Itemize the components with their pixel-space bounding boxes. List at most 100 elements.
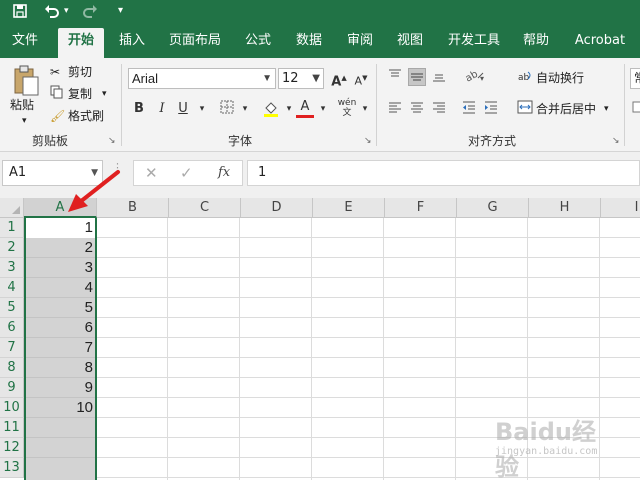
row-header[interactable]: 8 [0,358,24,378]
alignment-group-label: 对齐方式 [467,134,516,148]
font-color-dropdown-icon[interactable]: ▾ [314,100,332,118]
orientation-icon[interactable]: ab ▾ [462,68,488,86]
row-header[interactable]: 12 [0,438,24,458]
font-size-value: 12 [282,71,299,86]
merge-center-button[interactable]: 合并后居中 [536,100,596,118]
row-header[interactable]: 3 [0,258,24,278]
merge-dropdown-icon[interactable]: ▾ [604,100,609,118]
select-all-button[interactable] [0,198,24,218]
tab-review[interactable]: 审阅 [340,28,380,58]
increase-indent-icon[interactable] [482,100,500,118]
redo-icon[interactable] [82,0,98,22]
tab-insert[interactable]: 插入 [112,28,152,58]
cell-a6[interactable]: 6 [25,318,93,338]
row-header[interactable]: 7 [0,338,24,358]
paste-dropdown-icon[interactable]: ▾ [22,112,27,130]
undo-dropdown-icon[interactable]: ▾ [64,0,69,22]
cancel-icon[interactable]: ✕ [145,164,158,182]
font-name-select[interactable]: Arial ▼ [128,68,276,89]
column-header[interactable]: D [241,198,313,218]
cell-a8[interactable]: 8 [25,358,93,378]
italic-button[interactable]: I [153,100,171,118]
column-header[interactable]: I [601,198,640,218]
row-gridline [26,457,95,458]
align-center-icon[interactable] [408,100,426,118]
align-top-icon[interactable] [386,68,404,86]
tab-help[interactable]: 帮助 [516,28,556,58]
row-header[interactable]: 6 [0,318,24,338]
number-format-select[interactable]: 常 [630,68,640,89]
cell-a2[interactable]: 2 [25,238,93,258]
quick-access-toolbar: ▾ ▾ [0,0,640,22]
font-color-button[interactable]: A [296,98,314,118]
column-header[interactable]: C [169,198,241,218]
row-header[interactable]: 2 [0,238,24,258]
align-middle-icon[interactable] [408,68,426,86]
borders-dropdown-icon[interactable]: ▾ [236,100,254,118]
row-header[interactable]: 10 [0,398,24,418]
enter-icon[interactable]: ✓ [180,164,193,182]
watermark-url: jingyan.baidu.com [495,446,598,457]
decrease-font-size-button[interactable]: A▼ [352,69,370,88]
copy-icon [50,85,64,104]
cell-a1[interactable]: 1 [25,218,93,238]
merge-center-icon [516,100,534,118]
clipboard-launcher-icon[interactable]: ↘ [108,136,116,146]
font-launcher-icon[interactable]: ↘ [364,136,372,146]
fill-color-icon[interactable] [262,100,280,118]
row-header[interactable]: 1 [0,218,24,238]
column-header[interactable]: H [529,198,601,218]
wrap-text-button[interactable]: 自动换行 [536,69,584,87]
row-header[interactable]: 4 [0,278,24,298]
align-left-icon[interactable] [386,100,404,118]
save-icon[interactable] [12,0,28,22]
tab-view[interactable]: 视图 [390,28,430,58]
tab-developer[interactable]: 开发工具 [442,28,506,58]
formula-input[interactable]: 1 [247,160,640,186]
underline-button[interactable]: U [174,100,192,118]
bold-button[interactable]: B [130,100,148,118]
paste-icon[interactable] [12,64,42,100]
row-header[interactable]: 5 [0,298,24,318]
align-bottom-icon[interactable] [430,68,448,86]
underline-dropdown-icon[interactable]: ▾ [193,100,211,118]
row-gridline [26,437,95,438]
cell-a7[interactable]: 7 [25,338,93,358]
customize-toolbar-icon[interactable]: ▾ [118,0,123,22]
column-header[interactable]: E [313,198,385,218]
tab-file[interactable]: 文件 [4,28,46,58]
row-header[interactable]: 9 [0,378,24,398]
decrease-indent-icon[interactable] [460,100,478,118]
row-header[interactable]: 11 [0,418,24,438]
row-header[interactable]: 13 [0,458,24,478]
column-header[interactable]: G [457,198,529,218]
cut-button[interactable]: 剪切 [68,63,92,81]
align-right-icon[interactable] [430,100,448,118]
phonetic-dropdown-icon[interactable]: ▾ [356,100,374,118]
chevron-down-icon: ▼ [312,73,320,84]
increase-font-size-button[interactable]: A▲ [330,69,348,89]
accounting-format-icon[interactable] [630,100,640,118]
cell-a4[interactable]: 4 [25,278,93,298]
copy-dropdown-icon[interactable]: ▾ [102,85,107,103]
svg-text:ab: ab [518,73,530,83]
column-header[interactable]: F [385,198,457,218]
tab-page-layout[interactable]: 页面布局 [164,28,226,58]
cell-a9[interactable]: 9 [25,378,93,398]
cell-a5[interactable]: 5 [25,298,93,318]
phonetic-guide-button[interactable]: wén 文 [336,98,358,118]
insert-function-button[interactable]: fx [218,165,230,180]
tab-acrobat[interactable]: Acrobat [570,28,630,58]
borders-icon[interactable] [218,100,236,118]
format-painter-button[interactable]: 格式刷 [68,107,104,125]
cell-a10[interactable]: 10 [25,398,93,418]
copy-button[interactable]: 复制 [68,85,92,103]
tab-home[interactable]: 开始 [58,28,104,58]
group-divider [624,64,625,146]
tab-data[interactable]: 数据 [289,28,329,58]
alignment-launcher-icon[interactable]: ↘ [612,136,620,146]
font-size-select[interactable]: 12 ▼ [278,68,324,89]
undo-icon[interactable] [44,0,60,22]
tab-formulas[interactable]: 公式 [238,28,278,58]
cell-a3[interactable]: 3 [25,258,93,278]
